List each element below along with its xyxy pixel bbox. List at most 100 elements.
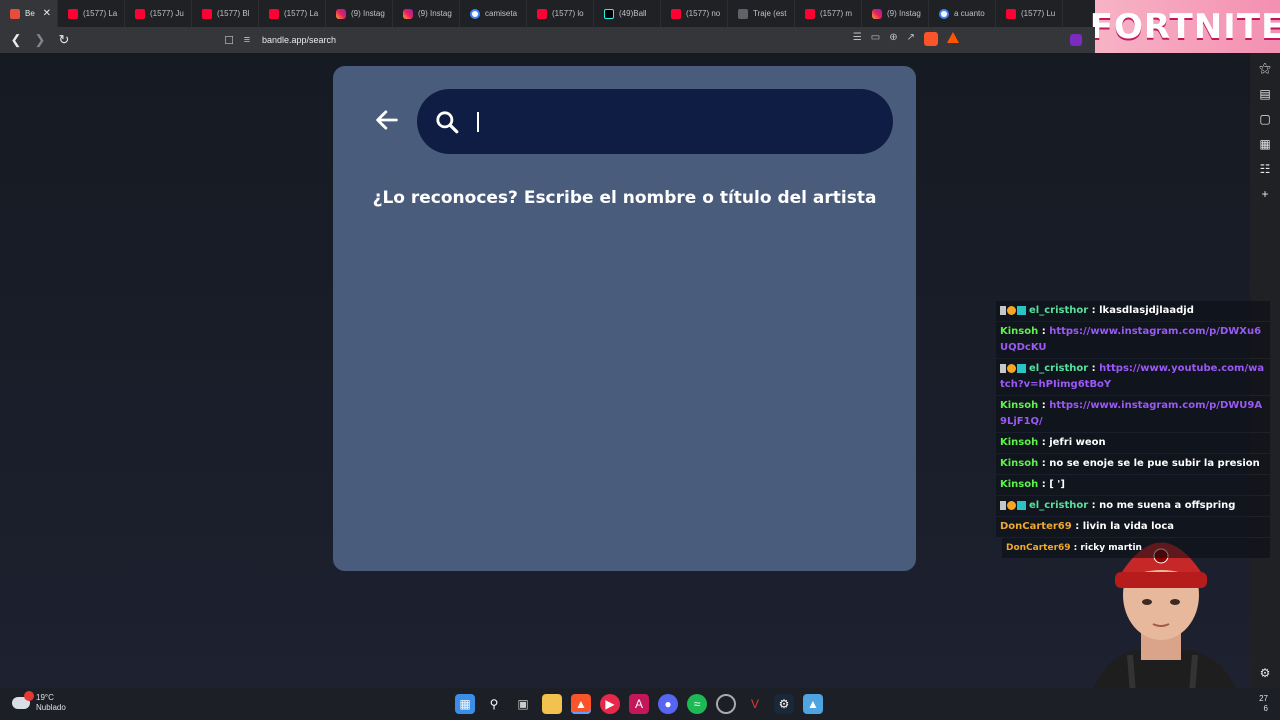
- google-icon: [470, 8, 480, 19]
- back-arrow-icon[interactable]: [373, 106, 401, 134]
- chat-username[interactable]: el_cristhor: [1029, 500, 1088, 511]
- url-text[interactable]: bandle.app/search: [262, 35, 336, 45]
- translate-icon[interactable]: ☰: [853, 32, 862, 46]
- cast-icon[interactable]: ▭: [871, 32, 880, 46]
- weather-widget[interactable]: 19°C Nublado: [12, 691, 66, 713]
- bookmark-icon[interactable]: ☐: [220, 34, 238, 47]
- close-tab-icon[interactable]: ✕: [43, 8, 51, 19]
- app-v-icon[interactable]: V: [745, 694, 765, 714]
- chat-text: lkasdlasjdjlaadjd: [1099, 305, 1194, 316]
- browser-tab[interactable]: (9) Instag: [862, 0, 929, 27]
- app-a-icon[interactable]: A: [629, 694, 649, 714]
- browser-toolbar: ❮ ❯ ↻ ☐ ≡ bandle.app/search ☰ ▭ ⊕ ↗: [0, 27, 1095, 53]
- chat-username[interactable]: el_cristhor: [1029, 363, 1088, 374]
- google-icon: [939, 8, 949, 19]
- browser-tab[interactable]: (1577) La: [58, 0, 125, 27]
- tab-title: (9) Instag: [418, 9, 452, 18]
- reading-list-icon[interactable]: ▤: [1259, 87, 1270, 101]
- share-icon[interactable]: ↗: [907, 32, 915, 46]
- tab-title: Traje (est: [753, 9, 787, 18]
- chat-username[interactable]: el_cristhor: [1029, 305, 1088, 316]
- chat-separator: :: [1088, 500, 1100, 511]
- site-info-icon[interactable]: ≡: [238, 34, 256, 46]
- app-blue-icon[interactable]: ▲: [803, 694, 823, 714]
- discord-icon[interactable]: ●: [658, 694, 678, 714]
- browser-tab[interactable]: (1577) lo: [527, 0, 594, 27]
- browser-tab[interactable]: (1577) La: [259, 0, 326, 27]
- clock-line1: 27: [1259, 694, 1268, 703]
- brave-shields-icon[interactable]: [924, 32, 938, 46]
- chat-message: DonCarter69 : livin la vida loca: [996, 517, 1270, 537]
- youtube-icon: [805, 8, 815, 19]
- brave-rewards-icon[interactable]: [947, 32, 959, 43]
- text-caret: [477, 112, 479, 132]
- user-badges-icon: [1000, 500, 1026, 510]
- tab-title: (1577) La: [83, 9, 118, 18]
- brave-browser-icon[interactable]: ▲: [571, 694, 591, 714]
- task-view-icon[interactable]: ▣: [513, 694, 533, 714]
- chat-separator: :: [1071, 521, 1083, 532]
- chat-separator: :: [1038, 458, 1050, 469]
- search-icon[interactable]: ⚲: [484, 694, 504, 714]
- tab-title: (1577) Lu: [1021, 9, 1056, 18]
- search-icon: [436, 111, 459, 134]
- bookmarks-icon[interactable]: ▦: [1259, 137, 1270, 151]
- back-button[interactable]: ❮: [6, 30, 26, 50]
- app-circle-icon[interactable]: [716, 694, 736, 714]
- forward-button[interactable]: ❯: [30, 30, 50, 50]
- browser-tab[interactable]: (1577) m: [795, 0, 862, 27]
- chat-text: no se enoje se le pue subir la presion: [1049, 458, 1260, 469]
- reload-button[interactable]: ↻: [54, 30, 74, 50]
- spotify-icon[interactable]: ≈: [687, 694, 707, 714]
- browser-tab[interactable]: Be ✕: [0, 0, 58, 27]
- search-input[interactable]: [475, 107, 865, 137]
- browser-tab[interactable]: Traje (est: [728, 0, 795, 27]
- tab-title: (1577) no: [686, 9, 721, 18]
- chat-text: jefri weon: [1049, 437, 1106, 448]
- chat-username[interactable]: Kinsoh: [1000, 458, 1038, 469]
- browser-tab[interactable]: (1577) Bl: [192, 0, 259, 27]
- translate-icon: [738, 8, 748, 19]
- search-bar[interactable]: [417, 89, 893, 154]
- chat-username[interactable]: Kinsoh: [1000, 326, 1038, 337]
- browser-tab[interactable]: (49)Ball: [594, 0, 661, 27]
- browser-tab[interactable]: camiseta: [460, 0, 527, 27]
- stream-chat: el_cristhor : lkasdlasjdjlaadjd Kinsoh : …: [996, 301, 1270, 559]
- chat-text: [ ']: [1049, 479, 1065, 490]
- chat-message: Kinsoh : no se enoje se le pue subir la …: [996, 454, 1270, 474]
- start-icon[interactable]: ▦: [455, 694, 475, 714]
- chat-separator: :: [1038, 479, 1050, 490]
- browser-tab[interactable]: (9) Instag: [393, 0, 460, 27]
- tab-title: (9) Instag: [887, 9, 921, 18]
- browser-tab[interactable]: (1577) no: [661, 0, 728, 27]
- file-explorer-icon[interactable]: [542, 694, 562, 714]
- zoom-icon[interactable]: ⊕: [889, 32, 897, 46]
- wallet-icon[interactable]: ▢: [1259, 112, 1270, 126]
- tab-title: Be: [25, 9, 35, 18]
- chat-username[interactable]: Kinsoh: [1000, 437, 1038, 448]
- history-icon[interactable]: ☷: [1260, 162, 1271, 176]
- browser-tab[interactable]: (1577) Lu: [996, 0, 1063, 27]
- chat-message: Kinsoh : https://www.instagram.com/p/DWU…: [996, 396, 1270, 432]
- system-clock[interactable]: 27 6: [1259, 694, 1268, 714]
- youtube-icon: [202, 8, 212, 19]
- add-panel-icon[interactable]: +: [1261, 187, 1268, 201]
- steam-icon[interactable]: ⚙: [774, 694, 794, 714]
- chat-username[interactable]: Kinsoh: [1000, 400, 1038, 411]
- chat-username[interactable]: DonCarter69: [1006, 543, 1071, 553]
- browser-tab[interactable]: a cuanto: [929, 0, 996, 27]
- chat-username[interactable]: DonCarter69: [1000, 521, 1072, 532]
- leo-ai-icon[interactable]: ⚝: [1259, 61, 1271, 76]
- sidebar-settings-icon[interactable]: ⚙: [1260, 666, 1271, 680]
- youtube-icon: [68, 8, 78, 19]
- youtube-icon: [537, 8, 547, 19]
- browser-tab[interactable]: (1577) Ju: [125, 0, 192, 27]
- address-bar[interactable]: ☐ ≡ bandle.app/search ☰ ▭ ⊕ ↗: [220, 30, 965, 50]
- instagram-icon: [336, 8, 346, 19]
- browser-tab[interactable]: (9) Instag: [326, 0, 393, 27]
- tiktok-icon: [604, 8, 614, 19]
- chat-username[interactable]: Kinsoh: [1000, 479, 1038, 490]
- extension-icon[interactable]: [1070, 34, 1082, 46]
- media-player-icon[interactable]: ▶: [600, 694, 620, 714]
- clock-line2: 6: [1263, 704, 1268, 713]
